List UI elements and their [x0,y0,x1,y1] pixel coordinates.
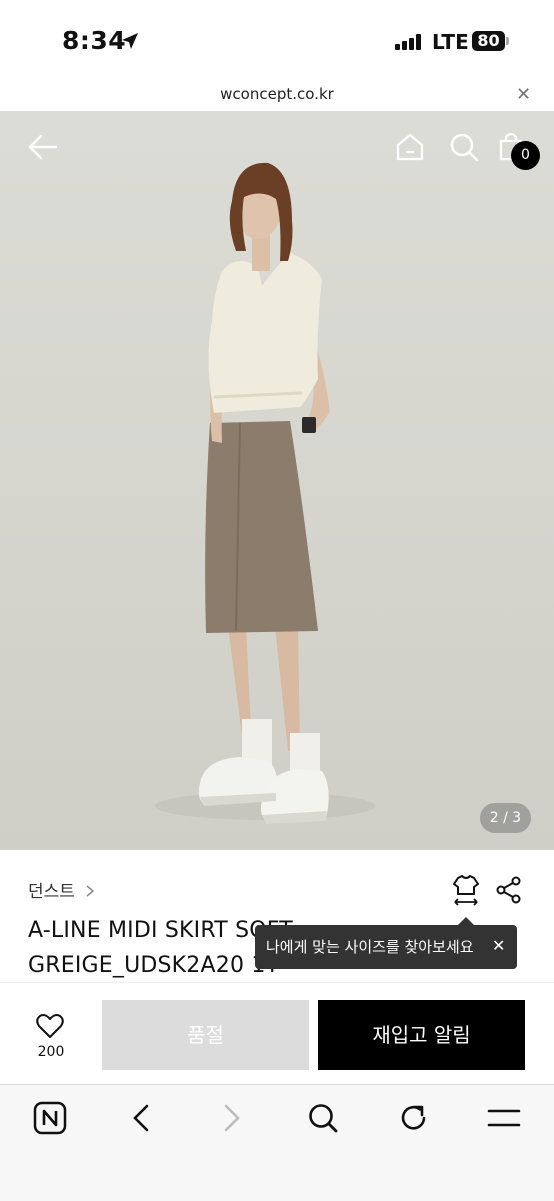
product-image[interactable] [0,111,554,850]
battery-icon: 80 [472,31,505,51]
brand-name: 던스트 [28,882,75,902]
status-time: 8:34 [62,26,127,55]
product-title-line1: A-LINE MIDI SKIRT SOFT [28,918,293,943]
menu-icon[interactable] [487,1105,521,1131]
home-icon[interactable] [395,132,425,162]
close-icon[interactable]: ✕ [516,84,531,105]
tooltip-arrow [458,917,474,925]
back-arrow-icon[interactable] [26,133,58,161]
search-icon[interactable] [449,132,479,162]
tooltip-close-icon[interactable]: ✕ [492,936,505,955]
restock-alert-button[interactable]: 재입고 알림 [318,1000,525,1070]
soldout-button[interactable]: 품절 [102,1000,309,1070]
search-icon[interactable] [307,1102,339,1134]
network-label: LTE [432,30,469,54]
product-title-line2: GREIGE_UDSK2A20 1T [28,953,280,978]
signal-icon [395,34,425,50]
brand-link[interactable]: 던스트 [28,877,96,902]
cart-count-badge[interactable]: 0 [511,141,540,170]
naver-icon[interactable] [33,1101,67,1135]
browser-back-icon[interactable] [130,1103,152,1133]
reload-icon[interactable] [398,1102,430,1134]
browser-toolbar [0,1084,554,1201]
tooltip-text: 나에게 맞는 사이즈를 찾아보세요 [266,938,474,956]
chevron-right-icon [86,885,95,897]
size-guide-icon[interactable] [450,874,482,906]
location-arrow-icon [122,33,138,49]
image-counter: 2 / 3 [480,803,531,833]
like-count: 200 [37,1044,65,1060]
battery-tip [506,37,509,45]
heart-icon[interactable] [36,1013,64,1039]
size-tooltip[interactable]: 나에게 맞는 사이즈를 찾아보세요 [255,925,517,969]
model-illustration [155,162,375,824]
url-text[interactable]: wconcept.co.kr [0,85,554,103]
share-icon[interactable] [495,876,523,904]
browser-forward-icon[interactable] [221,1103,243,1133]
